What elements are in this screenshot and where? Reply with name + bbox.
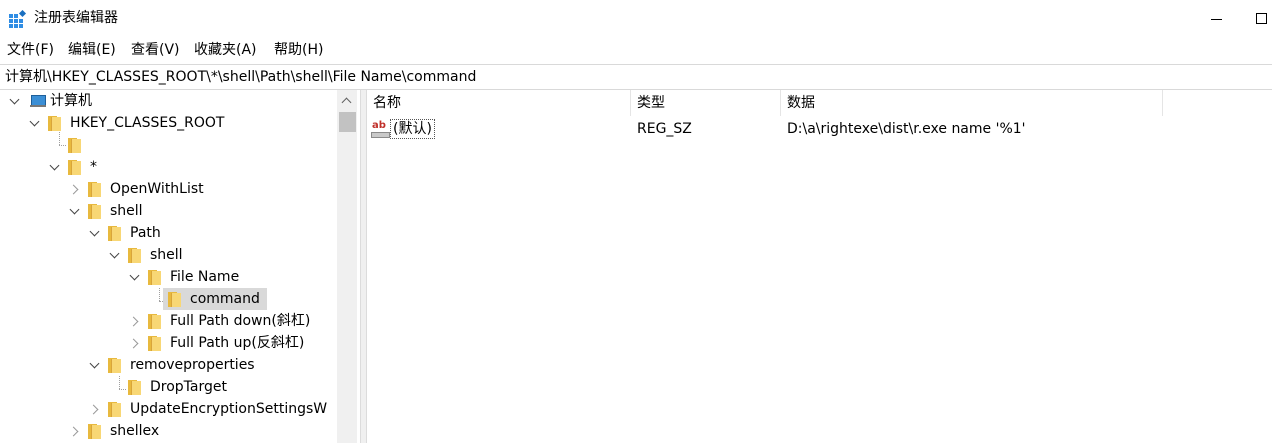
folder-icon xyxy=(148,314,161,329)
menu-view[interactable]: 查看(V) xyxy=(131,41,180,59)
computer-icon xyxy=(30,95,46,107)
values-list[interactable]: 名称 类型 数据 ab (默认) REG_SZ D:\a\rightexe\di… xyxy=(366,90,1272,443)
column-header-name[interactable]: 名称 xyxy=(366,90,631,116)
tree-item-removeproperties[interactable]: removeproperties xyxy=(0,354,337,376)
chevron-down-icon[interactable] xyxy=(88,222,102,244)
tree-item-label: shell xyxy=(150,247,183,263)
tree-item-updateencryption[interactable]: UpdateEncryptionSettingsW xyxy=(0,398,337,420)
scroll-up-arrow-icon[interactable] xyxy=(337,90,357,110)
chevron-down-icon[interactable] xyxy=(28,112,42,134)
value-type: REG_SZ xyxy=(637,121,692,137)
chevron-right-icon[interactable] xyxy=(88,398,102,420)
folder-icon xyxy=(108,226,121,241)
folder-icon xyxy=(88,424,101,439)
tree-item-label: removeproperties xyxy=(130,357,255,373)
address-bar[interactable]: 计算机\HKEY_CLASSES_ROOT\*\shell\Path\shell… xyxy=(0,64,1272,90)
tree-item-command[interactable]: command xyxy=(0,288,337,310)
column-header-data[interactable]: 数据 xyxy=(780,90,1163,116)
tree-item-shellex[interactable]: shellex xyxy=(0,420,337,442)
value-data: D:\a\rightexe\dist\r.exe name '%1' xyxy=(787,121,1026,137)
tree-item-label: HKEY_CLASSES_ROOT xyxy=(70,115,225,131)
column-header-label: 数据 xyxy=(787,95,815,111)
tree-item-path-shell[interactable]: shell xyxy=(0,244,337,266)
value-name[interactable]: (默认) xyxy=(390,119,435,139)
folder-icon xyxy=(128,380,141,395)
tree-item-hkcr[interactable]: HKEY_CLASSES_ROOT xyxy=(0,112,337,134)
folder-icon xyxy=(108,402,121,417)
address-path[interactable]: 计算机\HKEY_CLASSES_ROOT\*\shell\Path\shell… xyxy=(5,68,476,86)
chevron-down-icon[interactable] xyxy=(88,354,102,376)
chevron-down-icon[interactable] xyxy=(8,90,22,112)
chevron-down-icon[interactable] xyxy=(128,266,142,288)
tree-item-file-name[interactable]: File Name xyxy=(0,266,337,288)
registry-editor-icon xyxy=(9,10,27,28)
folder-icon xyxy=(128,248,141,263)
maximize-button[interactable] xyxy=(1240,0,1272,36)
tree-item-full-path-down[interactable]: Full Path down(斜杠) xyxy=(0,310,337,332)
string-value-icon: ab xyxy=(371,120,390,138)
menu-favorites[interactable]: 收藏夹(A) xyxy=(194,41,257,59)
tree-item-label: shell xyxy=(110,203,143,219)
tree-item-label: * xyxy=(90,159,97,175)
chevron-right-icon[interactable] xyxy=(68,178,82,200)
column-header-label: 类型 xyxy=(637,95,665,111)
minimize-button[interactable] xyxy=(1194,0,1240,36)
tree-item-star[interactable]: * xyxy=(0,156,337,178)
folder-icon xyxy=(48,116,61,131)
column-header-type[interactable]: 类型 xyxy=(630,90,781,116)
folder-icon xyxy=(88,204,101,219)
folder-icon xyxy=(148,270,161,285)
folder-icon xyxy=(148,336,161,351)
tree-item-shell[interactable]: shell xyxy=(0,200,337,222)
folder-icon xyxy=(68,138,81,153)
value-row[interactable]: ab (默认) REG_SZ D:\a\rightexe\dist\r.exe … xyxy=(366,118,1272,140)
title-bar: 注册表编辑器 xyxy=(0,0,1272,36)
tree-item-label: shellex xyxy=(110,423,160,439)
menu-bar: 文件(F) 编辑(E) 查看(V) 收藏夹(A) 帮助(H) xyxy=(0,38,1272,62)
folder-icon xyxy=(108,358,121,373)
chevron-right-icon[interactable] xyxy=(68,420,82,442)
tree-item-label: File Name xyxy=(170,269,240,285)
tree-item-label: 计算机 xyxy=(50,93,92,109)
folder-icon xyxy=(88,182,101,197)
tree-scrollbar[interactable] xyxy=(337,90,357,443)
tree-item-label: Full Path down(斜杠) xyxy=(170,313,311,329)
tree-item-path[interactable]: Path xyxy=(0,222,337,244)
column-header-label: 名称 xyxy=(373,95,401,111)
window-title: 注册表编辑器 xyxy=(34,10,118,26)
tree-item-label: OpenWithList xyxy=(110,181,204,197)
folder-icon xyxy=(68,160,81,175)
tree-item-label: Full Path up(反斜杠) xyxy=(170,335,305,351)
chevron-down-icon[interactable] xyxy=(108,244,122,266)
tree-item-empty-key[interactable] xyxy=(0,134,337,156)
chevron-right-icon[interactable] xyxy=(128,310,142,332)
chevron-down-icon[interactable] xyxy=(48,156,62,178)
chevron-down-icon[interactable] xyxy=(68,200,82,222)
menu-help[interactable]: 帮助(H) xyxy=(274,41,323,59)
tree-item-label: command xyxy=(190,291,260,307)
chevron-right-icon[interactable] xyxy=(128,332,142,354)
tree-item-label: Path xyxy=(130,225,161,241)
scrollbar-thumb[interactable] xyxy=(339,112,356,132)
folder-icon xyxy=(168,292,181,307)
tree-item-full-path-up[interactable]: Full Path up(反斜杠) xyxy=(0,332,337,354)
tree-item-droptarget[interactable]: DropTarget xyxy=(0,376,337,398)
menu-file[interactable]: 文件(F) xyxy=(7,41,54,59)
tree-item-label: DropTarget xyxy=(150,379,227,395)
key-tree[interactable]: 计算机 HKEY_CLASSES_ROOT * OpenWithList she… xyxy=(0,90,360,443)
tree-item-label: UpdateEncryptionSettingsW xyxy=(130,401,328,417)
menu-edit[interactable]: 编辑(E) xyxy=(68,41,116,59)
tree-item-computer[interactable]: 计算机 xyxy=(0,90,337,112)
tree-item-openwithlist[interactable]: OpenWithList xyxy=(0,178,337,200)
